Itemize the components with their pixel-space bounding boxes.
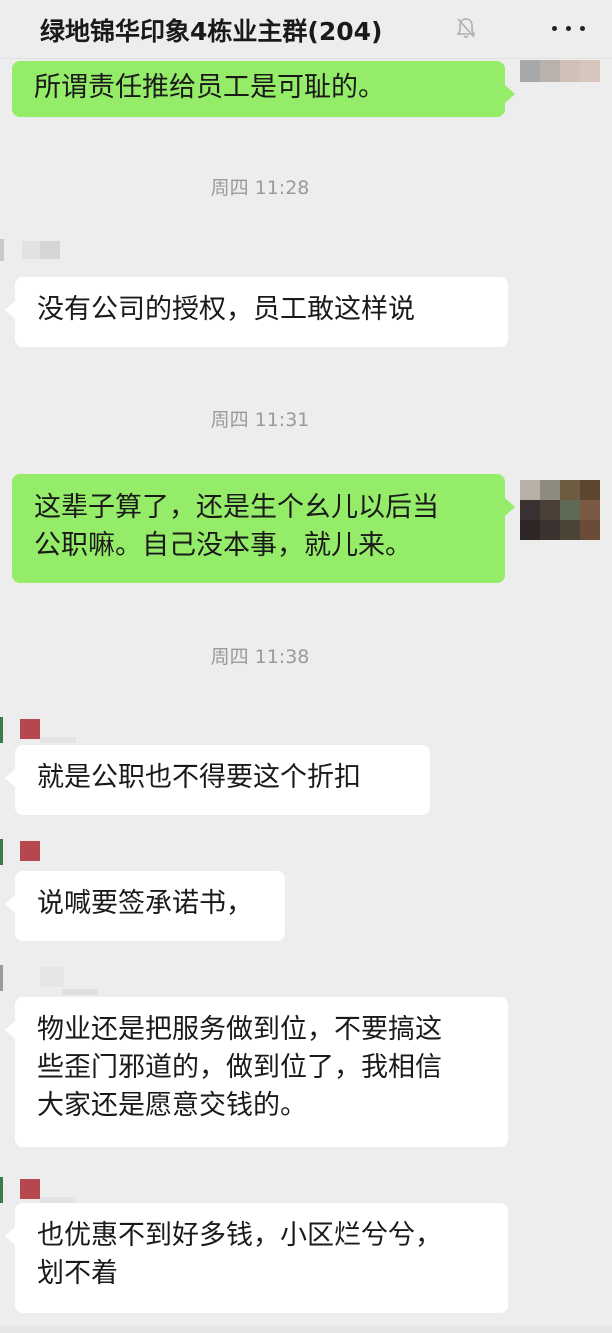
more-dots-icon[interactable]: [546, 8, 592, 48]
my-avatar[interactable]: [520, 480, 600, 540]
bell-slash-icon: [455, 16, 477, 40]
message-bubble-incoming[interactable]: 就是公职也不得要这个折扣: [5, 745, 430, 815]
chat-header: 绿地锦华印象4栋业主群(204): [0, 0, 612, 59]
message-bubble-incoming[interactable]: 物业还是把服务做到位，不要搞这 些歪门邪道的，做到位了，我相信 大家还是愿意交钱…: [5, 997, 508, 1147]
sender-avatar[interactable]: [0, 717, 80, 743]
group-title[interactable]: 绿地锦华印象4栋业主群(204): [40, 12, 382, 48]
message-bubble-incoming[interactable]: 说喊要签承诺书，: [5, 871, 285, 941]
message-line: 划不着: [37, 1258, 118, 1289]
message-line: 公职嘛。自己没本事，就儿来。: [34, 530, 412, 561]
sender-avatar[interactable]: [0, 1177, 80, 1203]
message-bubble-outgoing[interactable]: 所谓责任推给员工是可耻的。: [12, 61, 515, 117]
sender-avatar[interactable]: [0, 965, 100, 995]
message-text: 说喊要签承诺书，: [37, 888, 253, 919]
message-line: 也优惠不到好多钱，小区烂兮兮，: [37, 1220, 442, 1251]
message-bubble-outgoing[interactable]: 这辈子算了，还是生个幺儿以后当 公职嘛。自己没本事，就儿来。: [12, 474, 515, 583]
message-bubble-incoming[interactable]: 也优惠不到好多钱，小区烂兮兮， 划不着: [5, 1203, 508, 1313]
message-line: 物业还是把服务做到位，不要搞这: [37, 1014, 442, 1045]
my-avatar[interactable]: [520, 60, 600, 82]
message-text: 没有公司的授权，员工敢这样说: [37, 294, 415, 325]
timestamp: 周四 11:38: [210, 646, 310, 668]
message-line: 大家还是愿意交钱的。: [37, 1090, 307, 1121]
message-line: 这辈子算了，还是生个幺儿以后当: [34, 492, 439, 523]
message-text: 所谓责任推给员工是可耻的。: [34, 72, 385, 103]
sender-avatar[interactable]: [0, 839, 80, 865]
timestamp: 周四 11:31: [210, 409, 310, 431]
bottom-divider: [0, 1326, 612, 1333]
sender-avatar[interactable]: [0, 239, 62, 261]
message-bubble-incoming[interactable]: 没有公司的授权，员工敢这样说: [5, 277, 508, 347]
message-line: 些歪门邪道的，做到位了，我相信: [37, 1052, 442, 1083]
timestamp: 周四 11:28: [210, 177, 310, 199]
chat-area[interactable]: 所谓责任推给员工是可耻的。 周四 11:28 没有公司的授权，员工敢这样说 周四…: [0, 58, 612, 1326]
message-text: 就是公职也不得要这个折扣: [37, 762, 361, 793]
